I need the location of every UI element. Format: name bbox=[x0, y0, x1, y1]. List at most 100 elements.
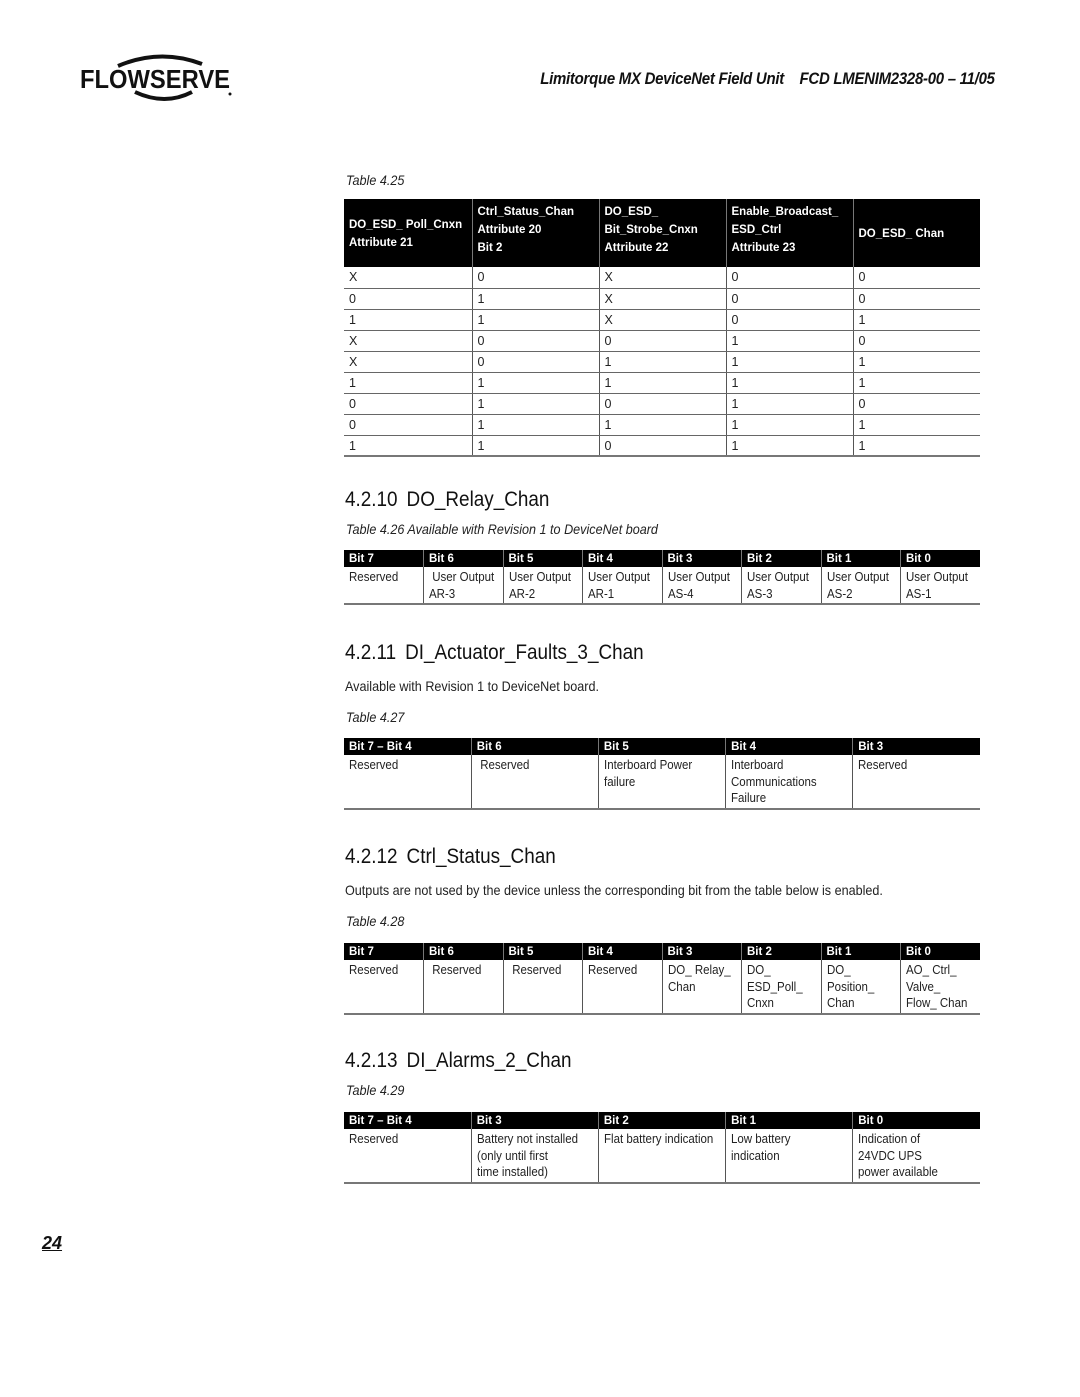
section-4-2-11-paragraph: Available with Revision 1 to DeviceNet b… bbox=[345, 678, 600, 694]
table-cell: 1 bbox=[725, 330, 853, 352]
cell-line: Chan bbox=[826, 996, 854, 1010]
cell-line bbox=[604, 1164, 711, 1181]
section-number: 4.2.13 bbox=[345, 1049, 398, 1072]
cell-line bbox=[349, 995, 412, 1012]
table-cell: 1 bbox=[852, 309, 980, 331]
table-cell: Indication of 24VDC UPS power available bbox=[852, 1129, 980, 1184]
table-cell: 0 bbox=[344, 414, 472, 436]
section-number: 4.2.12 bbox=[345, 845, 398, 868]
cell-line: User Output bbox=[667, 570, 730, 584]
header-line: DO_ESD_ bbox=[604, 206, 659, 218]
table-cell: 1 bbox=[852, 351, 980, 373]
table-cell: Reserved bbox=[582, 960, 662, 1015]
cell-line bbox=[588, 979, 651, 996]
column-header: Bit 2 bbox=[741, 550, 821, 567]
column-header: Bit 0 bbox=[852, 1112, 980, 1129]
cell-line: AS-3 bbox=[747, 586, 773, 601]
cell-line: DO_ bbox=[826, 963, 851, 977]
cell-line: Failure bbox=[731, 791, 767, 805]
header-line: DO_ESD_ Chan bbox=[858, 228, 945, 240]
table-cell: Reserved bbox=[344, 567, 424, 605]
table-cell: 1 bbox=[471, 372, 599, 394]
cell-line bbox=[349, 774, 456, 791]
table-row: 11X01 bbox=[344, 309, 980, 331]
column-header: Bit 7 – Bit 4 bbox=[344, 1112, 472, 1129]
cell-line bbox=[604, 790, 711, 807]
table-cell: 0 bbox=[852, 288, 980, 310]
cell-line: User Output bbox=[588, 570, 650, 584]
column-header: Bit 6 bbox=[423, 943, 503, 960]
cell-line: User Output bbox=[826, 570, 889, 584]
cell-line: AS-4 bbox=[667, 586, 694, 601]
table-row: X0X00 bbox=[344, 267, 980, 289]
column-header: Bit 0 bbox=[900, 943, 980, 960]
table-cell: User Output AS-4 bbox=[661, 567, 742, 605]
cell-line: AS-1 bbox=[906, 586, 932, 601]
cell-line: Indication of bbox=[858, 1132, 921, 1146]
table-cell: Reserved bbox=[502, 960, 583, 1015]
flowserve-logo: FLOWSERVE bbox=[80, 54, 232, 101]
cell-line: User Output bbox=[906, 570, 968, 584]
table-row: 01X00 bbox=[344, 288, 980, 310]
table-cell: X bbox=[344, 267, 472, 289]
table-header-row: DO_ESD_ Poll_Cnxn Attribute 21 Ctrl_Stat… bbox=[344, 199, 980, 267]
table-cell: X bbox=[344, 330, 472, 352]
cell-line bbox=[604, 1148, 711, 1165]
section-heading-4-2-11: 4.2.11 DI_Actuator_Faults_3_Chan bbox=[345, 641, 644, 665]
table-cell: Flat battery indication bbox=[597, 1129, 726, 1184]
cell-line: Flat battery indication bbox=[603, 1132, 714, 1146]
table-cell: Low battery indication bbox=[725, 1129, 853, 1184]
table-cell: 1 bbox=[725, 393, 853, 415]
section-title: DI_Alarms_2_Chan bbox=[406, 1049, 572, 1072]
column-header: Bit 3 bbox=[470, 1112, 599, 1129]
cell-line bbox=[588, 995, 651, 1012]
table-cell: X bbox=[344, 351, 472, 373]
table-row: 01010 bbox=[344, 393, 980, 415]
table-cell: X bbox=[598, 288, 726, 310]
table-cell: 1 bbox=[471, 288, 599, 310]
table-cell: DO_ Relay_ Chan bbox=[661, 960, 742, 1015]
column-header: DO_ESD_ Bit_Strobe_Cnxn Attribute 22 bbox=[598, 199, 726, 267]
cell-line: Chan bbox=[667, 979, 695, 994]
column-header: Bit 5 bbox=[502, 550, 583, 567]
header-line: Ctrl_Status_Chan bbox=[477, 206, 575, 218]
table-cell: 0 bbox=[725, 309, 853, 331]
header-line: Attribute 22 bbox=[604, 242, 669, 254]
table-cell: 0 bbox=[852, 393, 980, 415]
table-header-row: Bit 7 Bit 6 Bit 5 Bit 4 Bit 3 Bit 2 Bit 1 Bit 0 bbox=[344, 550, 980, 567]
cell-line bbox=[429, 995, 492, 1012]
section-heading-4-2-12: 4.2.12 Ctrl_Status_Chan bbox=[345, 845, 556, 869]
table-cell: 0 bbox=[598, 393, 726, 415]
table-4-27: Bit 7 – Bit 4 Bit 6 Bit 5 Bit 4 Bit 3 Reserve… bbox=[344, 738, 980, 810]
column-header: Bit 3 bbox=[661, 550, 742, 567]
column-header: Bit 5 bbox=[502, 943, 583, 960]
cell-line bbox=[858, 790, 965, 807]
table-cell: 1 bbox=[725, 351, 853, 373]
column-header: Bit 2 bbox=[597, 1112, 726, 1129]
column-header: Bit 1 bbox=[725, 1112, 853, 1129]
table-cell: 1 bbox=[471, 309, 599, 331]
table-cell: 0 bbox=[725, 267, 853, 289]
column-header: Bit 4 bbox=[725, 738, 853, 755]
table-cell: 0 bbox=[852, 330, 980, 352]
cell-line: Reserved bbox=[508, 963, 561, 977]
table-cell: 1 bbox=[344, 309, 472, 331]
cell-line bbox=[477, 774, 584, 791]
table-cell: DO_ ESD_Poll_ Cnxn bbox=[741, 960, 821, 1015]
header-line: DO_ESD_ Poll_Cnxn bbox=[349, 219, 463, 231]
section-title: Ctrl_Status_Chan bbox=[406, 845, 556, 868]
table-row: X0111 bbox=[344, 351, 980, 373]
cell-line: AR-3 bbox=[429, 586, 456, 601]
cell-line: Low battery bbox=[731, 1132, 791, 1146]
cell-line: Position_ bbox=[826, 979, 874, 994]
cell-line: time installed) bbox=[476, 1165, 548, 1179]
table-cell: 1 bbox=[471, 414, 599, 436]
logo-text: FLOWSERVE bbox=[80, 64, 230, 94]
table-cell: 0 bbox=[598, 435, 726, 457]
table-row: 11011 bbox=[344, 435, 980, 457]
table-cell: DO_ Position_ Chan bbox=[820, 960, 901, 1015]
cell-line: Interboard Power bbox=[603, 758, 693, 772]
cell-line: Flow_ Chan bbox=[906, 996, 968, 1010]
cell-line bbox=[509, 995, 572, 1012]
table-cell: 1 bbox=[725, 414, 853, 436]
